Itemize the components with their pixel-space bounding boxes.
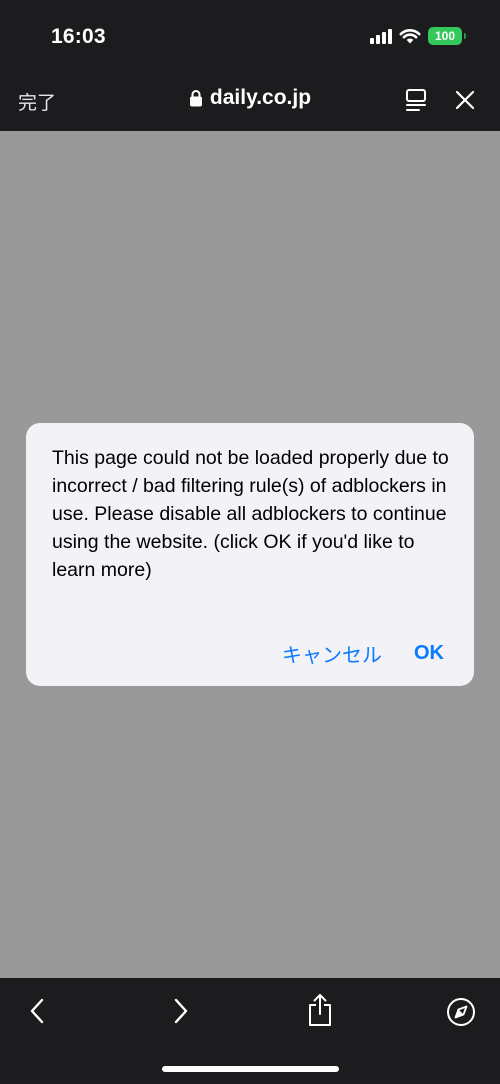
close-icon[interactable]: [455, 90, 475, 115]
battery-icon: 100: [428, 27, 466, 45]
alert-dialog: This page could not be loaded properly d…: [26, 423, 474, 686]
cancel-button[interactable]: キャンセル: [282, 639, 382, 668]
dialog-message: This page could not be loaded properly d…: [52, 447, 449, 581]
status-bar: 16:03 100: [0, 0, 500, 70]
screen: 16:03 100 完了 daily.co.jp This page could…: [0, 0, 500, 1084]
ok-button[interactable]: OK: [414, 639, 444, 668]
compass-icon[interactable]: [446, 997, 476, 1032]
share-icon[interactable]: [307, 993, 333, 1032]
status-time: 16:03: [51, 25, 106, 48]
lock-icon: [189, 89, 203, 107]
cellular-signal-icon: [370, 28, 392, 44]
dialog-actions: キャンセル OK: [282, 639, 444, 668]
status-icons: 100: [370, 27, 466, 45]
home-indicator[interactable]: [162, 1066, 339, 1072]
wifi-icon: [399, 28, 421, 44]
back-icon[interactable]: [28, 996, 46, 1031]
url-text: daily.co.jp: [209, 86, 312, 109]
forward-icon[interactable]: [172, 996, 190, 1031]
browser-nav-bar: 完了 daily.co.jp: [0, 70, 500, 131]
reader-mode-icon[interactable]: [405, 88, 427, 117]
